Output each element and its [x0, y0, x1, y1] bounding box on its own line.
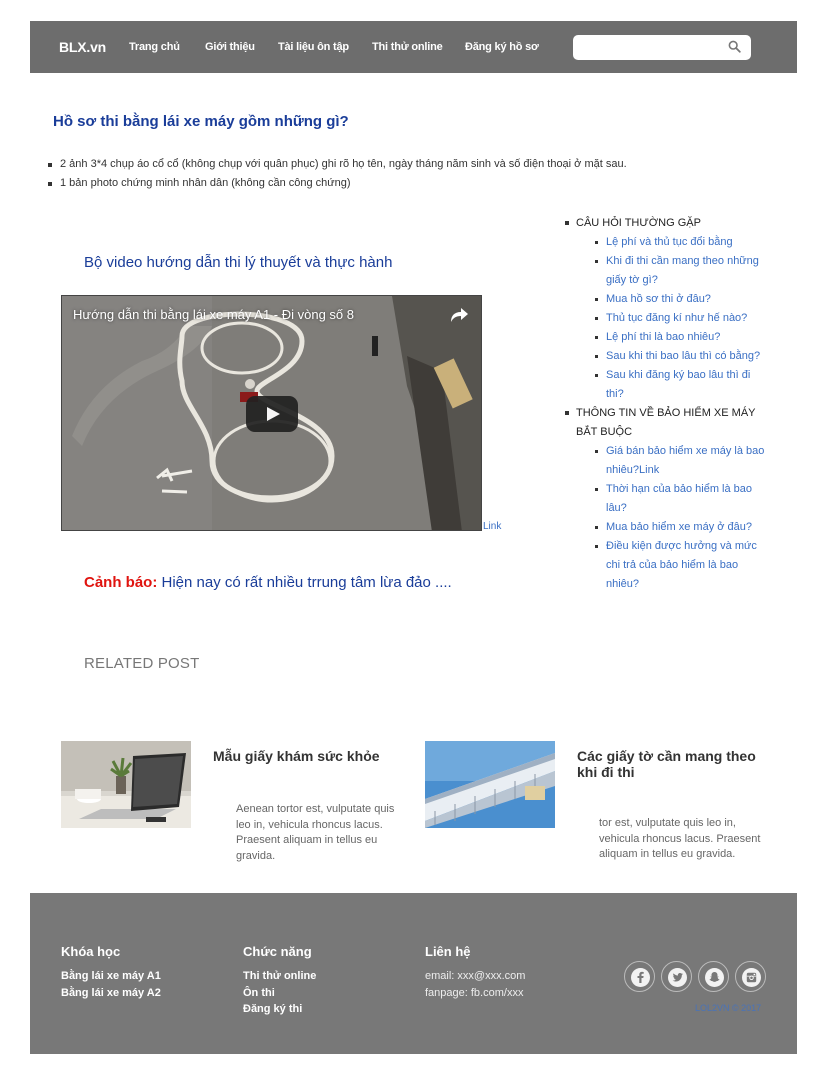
- footer-link[interactable]: Thi thử online: [243, 968, 316, 985]
- sidebar-link[interactable]: Sau khi đăng ký bao lâu thì đi thi?: [606, 369, 750, 400]
- nav-online-test[interactable]: Thi thử online: [372, 41, 443, 53]
- list-item: Sau khi thi bao lâu thì có bằng?: [595, 347, 769, 366]
- share-icon[interactable]: [449, 306, 469, 324]
- warning-message: Cảnh báo: Hiện nay có rất nhiều trrung t…: [84, 574, 452, 591]
- sidebar-link[interactable]: Thủ tục đăng kí như hế nào?: [606, 312, 747, 324]
- list-item: Thủ tục đăng kí như hế nào?: [595, 309, 769, 328]
- post-excerpt: tor est, vulputate quis leo in, vehicula…: [599, 817, 761, 860]
- post-thumbnail[interactable]: [61, 741, 191, 828]
- post-title[interactable]: Mẫu giấy khám sức khỏe: [213, 748, 393, 764]
- sidebar-link[interactable]: Giá bán bảo hiểm xe máy là bao nhiêu?Lin…: [606, 445, 764, 476]
- warning-text[interactable]: Hiện nay có rất nhiều trrung tâm lừa đảo…: [157, 574, 452, 591]
- instagram-icon[interactable]: [735, 961, 766, 992]
- sidebar-link[interactable]: Điều kiện được hưởng và mức chi trả của …: [606, 540, 757, 590]
- nav-about[interactable]: Giới thiệu: [205, 41, 255, 53]
- sidebar-link[interactable]: Khi đi thi cần mang theo những giấy tờ g…: [606, 255, 759, 286]
- footer-contact: Liên hệ email: xxx@xxx.com fanpage: fb.c…: [425, 944, 525, 1001]
- list-item: Điều kiện được hưởng và mức chi trả của …: [595, 537, 769, 594]
- footer-features: Chức năng Thi thử online Ôn thi Đăng ký …: [243, 944, 316, 1018]
- nav-register[interactable]: Đăng ký hồ sơ: [465, 41, 539, 53]
- list-item: Thời hạn của bảo hiểm là bao lâu?: [595, 480, 769, 518]
- footer-heading: Liên hệ: [425, 944, 471, 959]
- video-link[interactable]: Link: [483, 521, 501, 532]
- search-input[interactable]: [581, 38, 721, 57]
- sidebar-list: Giá bán bảo hiểm xe máy là bao nhiêu?Lin…: [576, 442, 769, 594]
- list-item: 2 ảnh 3*4 chụp áo cổ cổ (không chụp với …: [47, 155, 627, 174]
- sidebar-link[interactable]: Lệ phí thi là bao nhiêu?: [606, 331, 720, 343]
- footer-link[interactable]: Ôn thi: [243, 985, 316, 1002]
- footer: Khóa học Bằng lái xe máy A1 Bằng lái xe …: [30, 893, 797, 1054]
- list-item: Sau khi đăng ký bao lâu thì đi thi?: [595, 366, 769, 404]
- video-player[interactable]: Hướng dẫn thi bằng lái xe máy A1 - Đi vò…: [61, 295, 482, 531]
- footer-link[interactable]: Bằng lái xe máy A1: [61, 968, 161, 985]
- list-item: Mua hồ sơ thi ở đâu?: [595, 290, 769, 309]
- sidebar-link[interactable]: Mua bảo hiểm xe máy ở đâu?: [606, 521, 752, 533]
- footer-link[interactable]: Bằng lái xe máy A2: [61, 985, 161, 1002]
- copyright: LOL2VN © 2017: [695, 1003, 762, 1013]
- post-thumbnail[interactable]: [425, 741, 555, 828]
- play-icon[interactable]: [246, 396, 298, 432]
- footer-courses: Khóa học Bằng lái xe máy A1 Bằng lái xe …: [61, 944, 161, 1001]
- sidebar-link[interactable]: Sau khi thi bao lâu thì có bằng?: [606, 350, 760, 362]
- twitter-icon[interactable]: [661, 961, 692, 992]
- related-posts-heading: RELATED POST: [84, 655, 200, 672]
- site-logo[interactable]: BLX.vn: [59, 39, 106, 55]
- footer-link[interactable]: Đăng ký thi: [243, 1001, 316, 1018]
- list-item: Mua bảo hiểm xe máy ở đâu?: [595, 518, 769, 537]
- snapchat-icon[interactable]: [698, 961, 729, 992]
- list-item: Lệ phí thi là bao nhiêu?: [595, 328, 769, 347]
- sidebar-section-faq: CÂU HỎI THƯỜNG GẶP Lệ phí và thủ tục đổi…: [564, 214, 769, 404]
- top-navbar: BLX.vn Trang chủ Giới thiệu Tài liệu ôn …: [30, 21, 797, 73]
- contact-fanpage: fanpage: fb.com/xxx: [425, 986, 524, 999]
- search-icon[interactable]: [728, 40, 741, 53]
- sidebar-link[interactable]: Mua hồ sơ thi ở đâu?: [606, 293, 711, 305]
- sidebar-list: Lệ phí và thủ tục đổi bằng Khi đi thi cầ…: [576, 233, 769, 404]
- sidebar-heading: CÂU HỎI THƯỜNG GẶP: [576, 217, 701, 229]
- list-item: 1 bản photo chứng minh nhân dân (không c…: [47, 174, 627, 193]
- post-title[interactable]: Các giấy tờ cần mang theo khi đi thi: [577, 748, 767, 780]
- sidebar-link[interactable]: Thời hạn của bảo hiểm là bao lâu?: [606, 483, 752, 514]
- nav-home[interactable]: Trang chủ: [129, 41, 180, 53]
- footer-heading: Chức năng: [243, 944, 312, 959]
- facebook-icon[interactable]: [624, 961, 655, 992]
- video-section-heading: Bộ video hướng dẫn thi lý thuyết và thực…: [84, 254, 393, 271]
- search-box: [573, 35, 751, 60]
- building-image: [425, 741, 555, 828]
- page-title: Hồ sơ thi bằng lái xe máy gồm những gì?: [53, 113, 349, 130]
- list-item: Lệ phí và thủ tục đổi bằng: [595, 233, 769, 252]
- post-excerpt: Aenean tortor est, vulputate quis leo in…: [236, 803, 395, 862]
- list-item: Khi đi thi cần mang theo những giấy tờ g…: [595, 252, 769, 290]
- sidebar-section-insurance: THÔNG TIN VỀ BẢO HIỂM XE MÁY BẮT BUỘC Gi…: [564, 404, 769, 594]
- sidebar: CÂU HỎI THƯỜNG GẶP Lệ phí và thủ tục đổi…: [564, 214, 769, 594]
- video-title[interactable]: Hướng dẫn thi bằng lái xe máy A1 - Đi vò…: [73, 307, 354, 322]
- footer-heading: Khóa học: [61, 944, 121, 959]
- sidebar-link[interactable]: Lệ phí và thủ tục đổi bằng: [606, 236, 733, 248]
- laptop-image: [61, 741, 191, 828]
- requirements-list: 2 ảnh 3*4 chụp áo cổ cổ (không chụp với …: [47, 155, 627, 193]
- warning-label: Cảnh báo:: [84, 574, 158, 591]
- list-item: Giá bán bảo hiểm xe máy là bao nhiêu?Lin…: [595, 442, 769, 480]
- nav-study-materials[interactable]: Tài liệu ôn tập: [278, 41, 349, 53]
- sidebar-heading: THÔNG TIN VỀ BẢO HIỂM XE MÁY BẮT BUỘC: [576, 407, 756, 438]
- contact-email: email: xxx@xxx.com: [425, 970, 526, 982]
